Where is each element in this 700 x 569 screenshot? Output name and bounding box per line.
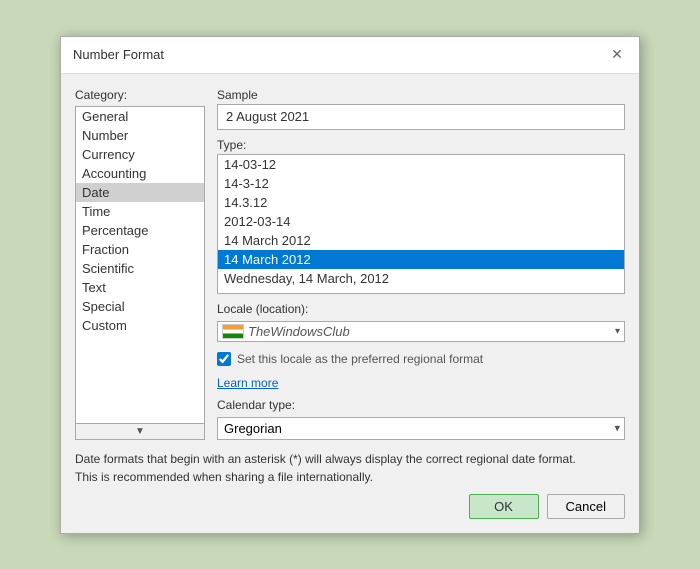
sample-label: Sample <box>217 88 625 102</box>
locale-label: Locale (location): <box>217 302 625 316</box>
category-item-time[interactable]: Time <box>76 202 204 221</box>
left-panel: Category: GeneralNumberCurrencyAccountin… <box>75 88 205 440</box>
locale-watermark: TheWindowsClub <box>248 324 611 339</box>
category-item-custom[interactable]: Custom <box>76 316 204 335</box>
scroll-down-arrow[interactable]: ▼ <box>75 424 205 440</box>
right-panel: Sample 2 August 2021 Type: 14-03-1214-3-… <box>217 88 625 440</box>
type-item-t1[interactable]: 14-03-12 <box>218 155 624 174</box>
type-label: Type: <box>217 138 625 152</box>
category-item-percentage[interactable]: Percentage <box>76 221 204 240</box>
type-section: Type: 14-03-1214-3-1214.3.122012-03-1414… <box>217 138 625 294</box>
number-format-dialog: Number Format ✕ Category: GeneralNumberC… <box>60 36 640 534</box>
cancel-button[interactable]: Cancel <box>547 494 625 519</box>
type-item-t2[interactable]: 14-3-12 <box>218 174 624 193</box>
category-item-text[interactable]: Text <box>76 278 204 297</box>
category-label: Category: <box>75 88 205 102</box>
type-item-t6[interactable]: 14 March 2012 <box>218 250 624 269</box>
preferred-locale-checkbox[interactable] <box>217 352 231 366</box>
locale-section: Locale (location): TheWindowsClub ▾ Engl… <box>217 302 625 342</box>
footer-note: Date formats that begin with an asterisk… <box>75 450 625 486</box>
locale-dropdown[interactable]: TheWindowsClub ▾ <box>217 321 625 342</box>
footer-buttons: OK Cancel <box>75 494 625 519</box>
category-item-fraction[interactable]: Fraction <box>76 240 204 259</box>
category-item-scientific[interactable]: Scientific <box>76 259 204 278</box>
close-button[interactable]: ✕ <box>607 45 627 65</box>
category-list[interactable]: GeneralNumberCurrencyAccountingDateTimeP… <box>75 106 205 424</box>
category-item-special[interactable]: Special <box>76 297 204 316</box>
locale-arrow-icon[interactable]: ▾ <box>615 326 620 337</box>
category-item-number[interactable]: Number <box>76 126 204 145</box>
calendar-select[interactable]: Gregorian Islamic Hebrew Japanese <box>217 417 625 440</box>
category-item-date[interactable]: Date <box>76 183 204 202</box>
category-item-general[interactable]: General <box>76 107 204 126</box>
calendar-select-wrapper: Gregorian Islamic Hebrew Japanese <box>217 417 625 440</box>
dialog-title: Number Format <box>73 47 164 62</box>
type-list[interactable]: 14-03-1214-3-1214.3.122012-03-1414 March… <box>217 154 625 294</box>
type-item-t5[interactable]: 14 March 2012 <box>218 231 624 250</box>
category-item-accounting[interactable]: Accounting <box>76 164 204 183</box>
preferred-locale-row: Set this locale as the preferred regiona… <box>217 352 625 366</box>
calendar-section: Calendar type: Gregorian Islamic Hebrew … <box>217 398 625 440</box>
dialog-body: Category: GeneralNumberCurrencyAccountin… <box>61 74 639 440</box>
category-item-currency[interactable]: Currency <box>76 145 204 164</box>
sample-value: 2 August 2021 <box>217 104 625 130</box>
sample-section: Sample 2 August 2021 <box>217 88 625 130</box>
dialog-footer: Date formats that begin with an asterisk… <box>61 440 639 533</box>
calendar-label: Calendar type: <box>217 398 625 412</box>
type-item-t7[interactable]: Wednesday, 14 March, 2012 <box>218 269 624 288</box>
type-item-t3[interactable]: 14.3.12 <box>218 193 624 212</box>
preferred-locale-label: Set this locale as the preferred regiona… <box>237 352 483 366</box>
learn-more-link[interactable]: Learn more <box>217 376 625 390</box>
title-bar: Number Format ✕ <box>61 37 639 74</box>
ok-button[interactable]: OK <box>469 494 539 519</box>
locale-flag-icon <box>222 324 244 339</box>
type-item-t4[interactable]: 2012-03-14 <box>218 212 624 231</box>
